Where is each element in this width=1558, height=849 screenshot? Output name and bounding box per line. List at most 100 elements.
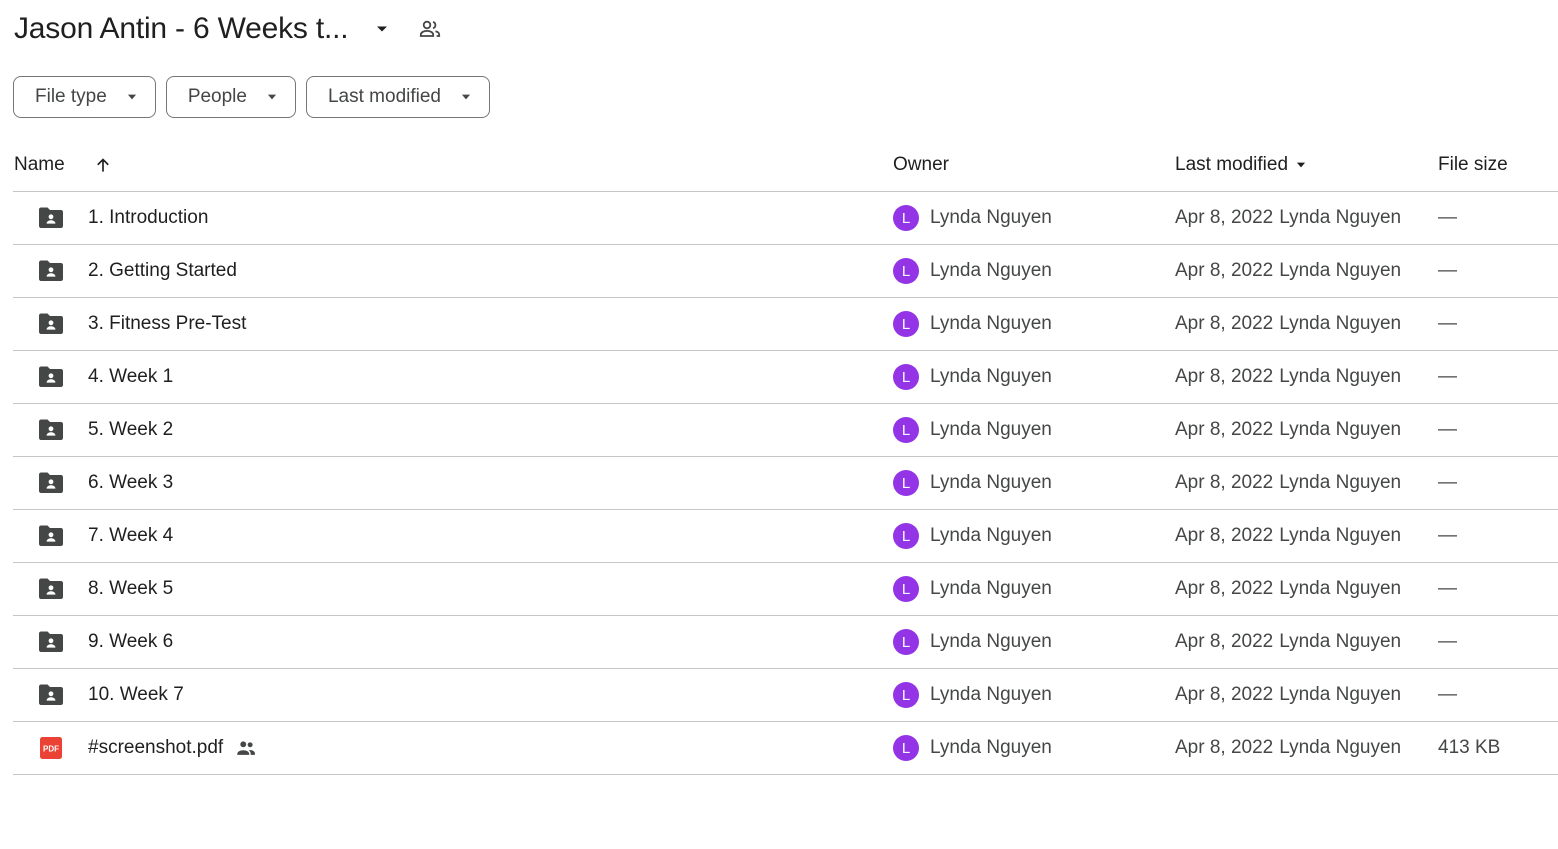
avatar[interactable]: L <box>893 311 919 337</box>
file-name-cell[interactable]: 2. Getting Started <box>88 245 237 297</box>
last-modified-cell: Apr 8, 2022 Lynda Nguyen <box>1175 669 1401 721</box>
avatar[interactable]: L <box>893 205 919 231</box>
arrow-drop-down-icon <box>265 90 279 104</box>
avatar[interactable]: L <box>893 364 919 390</box>
arrow-drop-down-icon[interactable] <box>368 15 396 43</box>
file-type-icon <box>36 404 66 456</box>
column-header-owner[interactable]: Owner <box>893 139 949 191</box>
file-size-cell: — <box>1438 419 1457 440</box>
owner-cell: L Lynda Nguyen <box>893 245 1052 297</box>
shared-folder-icon <box>37 418 65 442</box>
owner-cell: L Lynda Nguyen <box>893 563 1052 615</box>
table-row[interactable]: 5. Week 2 L Lynda Nguyen Apr 8, 2022 Lynda N… <box>13 404 1558 457</box>
file-name-cell[interactable]: 3. Fitness Pre-Test <box>88 298 246 350</box>
file-size-cell: — <box>1438 578 1457 599</box>
owner-cell: L Lynda Nguyen <box>893 351 1052 403</box>
file-name-cell[interactable]: 10. Week 7 <box>88 669 184 721</box>
arrow-upward-icon[interactable] <box>93 139 113 191</box>
column-header-name[interactable]: Name <box>14 139 65 191</box>
owner-cell: L Lynda Nguyen <box>893 616 1052 668</box>
shared-folder-icon <box>37 577 65 601</box>
owner-name: Lynda Nguyen <box>930 472 1052 493</box>
column-header-last-modified-label: Last modified <box>1175 154 1289 175</box>
file-size-cell: — <box>1438 684 1457 705</box>
table-row[interactable]: 6. Week 3 L Lynda Nguyen Apr 8, 2022 Lynda N… <box>13 457 1558 510</box>
file-name-cell[interactable]: 9. Week 6 <box>88 616 173 668</box>
owner-cell: L Lynda Nguyen <box>893 404 1052 456</box>
last-modified-filter-label: Last modified <box>327 86 441 107</box>
file-name-cell[interactable]: 5. Week 2 <box>88 404 173 456</box>
file-name: 4. Week 1 <box>88 366 174 387</box>
file-size-cell: — <box>1438 207 1457 228</box>
shared-people-icon <box>235 737 257 759</box>
avatar[interactable]: L <box>893 576 919 602</box>
last-modified-cell: Apr 8, 2022 Lynda Nguyen <box>1175 510 1401 562</box>
file-name: 7. Week 4 <box>88 525 174 546</box>
avatar[interactable]: L <box>893 470 919 496</box>
people-outline-icon[interactable] <box>416 15 444 43</box>
table-row[interactable]: PDF #screenshot.pdf L Lynda Nguyen Apr 8, 20… <box>13 722 1558 775</box>
file-list-header: Name Owner Last modified File size <box>13 139 1558 192</box>
file-list: Name Owner Last modified File size 1. In… <box>13 139 1558 775</box>
column-header-file-size[interactable]: File size <box>1438 139 1508 191</box>
file-name-cell[interactable]: #screenshot.pdf <box>88 722 257 774</box>
modified-by: Lynda Nguyen <box>1279 366 1402 387</box>
file-name-cell[interactable]: 6. Week 3 <box>88 457 173 509</box>
drive-folder-view: Jason Antin - 6 Weeks t... File type Peo… <box>0 0 1558 849</box>
file-type-icon <box>36 616 66 668</box>
table-row[interactable]: 8. Week 5 L Lynda Nguyen Apr 8, 2022 Lynda N… <box>13 563 1558 616</box>
file-type-icon: PDF <box>36 722 66 774</box>
table-row[interactable]: 10. Week 7 L Lynda Nguyen Apr 8, 2022 Lynda … <box>13 669 1558 722</box>
file-name-cell[interactable]: 1. Introduction <box>88 192 208 244</box>
table-row[interactable]: 3. Fitness Pre-Test L Lynda Nguyen Apr 8, 2… <box>13 298 1558 351</box>
table-row[interactable]: 4. Week 1 L Lynda Nguyen Apr 8, 2022 Lynda N… <box>13 351 1558 404</box>
file-name-cell[interactable]: 8. Week 5 <box>88 563 173 615</box>
owner-name: Lynda Nguyen <box>930 631 1052 652</box>
modified-by: Lynda Nguyen <box>1279 737 1402 758</box>
shared-folder-icon <box>37 630 65 654</box>
modified-by: Lynda Nguyen <box>1279 419 1402 440</box>
column-header-last-modified[interactable]: Last modified <box>1175 139 1308 191</box>
file-size-cell: — <box>1438 525 1457 546</box>
last-modified-filter[interactable]: Last modified <box>305 76 490 118</box>
avatar[interactable]: L <box>893 417 919 443</box>
file-type-icon <box>36 669 66 721</box>
avatar[interactable]: L <box>893 523 919 549</box>
last-modified-cell: Apr 8, 2022 Lynda Nguyen <box>1175 722 1401 774</box>
file-size-cell: — <box>1438 313 1457 334</box>
avatar[interactable]: L <box>893 682 919 708</box>
owner-name: Lynda Nguyen <box>930 313 1052 334</box>
folder-title[interactable]: Jason Antin - 6 Weeks t... <box>14 12 349 46</box>
owner-cell: L Lynda Nguyen <box>893 457 1052 509</box>
folder-header: Jason Antin - 6 Weeks t... <box>14 6 444 52</box>
table-row[interactable]: 2. Getting Started L Lynda Nguyen Apr 8, 20… <box>13 245 1558 298</box>
owner-name: Lynda Nguyen <box>930 366 1052 387</box>
pdf-icon-label: PDF <box>43 745 59 754</box>
modified-by: Lynda Nguyen <box>1279 260 1402 281</box>
modified-date: Apr 8, 2022 <box>1175 366 1274 387</box>
owner-name: Lynda Nguyen <box>930 260 1052 281</box>
arrow-drop-down-icon <box>125 90 139 104</box>
last-modified-cell: Apr 8, 2022 Lynda Nguyen <box>1175 245 1401 297</box>
table-row[interactable]: 1. Introduction L Lynda Nguyen Apr 8, 2022 L… <box>13 192 1558 245</box>
modified-date: Apr 8, 2022 <box>1175 684 1274 705</box>
file-size-cell: — <box>1438 366 1457 387</box>
file-name: 5. Week 2 <box>88 419 174 440</box>
avatar[interactable]: L <box>893 735 919 761</box>
file-type-filter-label: File type <box>35 86 107 107</box>
people-filter[interactable]: People <box>165 76 296 118</box>
avatar[interactable]: L <box>893 258 919 284</box>
file-name-cell[interactable]: 4. Week 1 <box>88 351 173 403</box>
shared-folder-icon <box>37 683 65 707</box>
file-name-cell[interactable]: 7. Week 4 <box>88 510 173 562</box>
table-row[interactable]: 9. Week 6 L Lynda Nguyen Apr 8, 2022 Lynda N… <box>13 616 1558 669</box>
owner-name: Lynda Nguyen <box>930 207 1052 228</box>
avatar[interactable]: L <box>893 629 919 655</box>
owner-cell: L Lynda Nguyen <box>893 510 1052 562</box>
shared-folder-icon <box>37 471 65 495</box>
file-type-filter[interactable]: File type <box>13 76 156 118</box>
table-row[interactable]: 7. Week 4 L Lynda Nguyen Apr 8, 2022 Lynda N… <box>13 510 1558 563</box>
modified-date: Apr 8, 2022 <box>1175 578 1274 599</box>
last-modified-cell: Apr 8, 2022 Lynda Nguyen <box>1175 351 1401 403</box>
file-type-icon <box>36 351 66 403</box>
